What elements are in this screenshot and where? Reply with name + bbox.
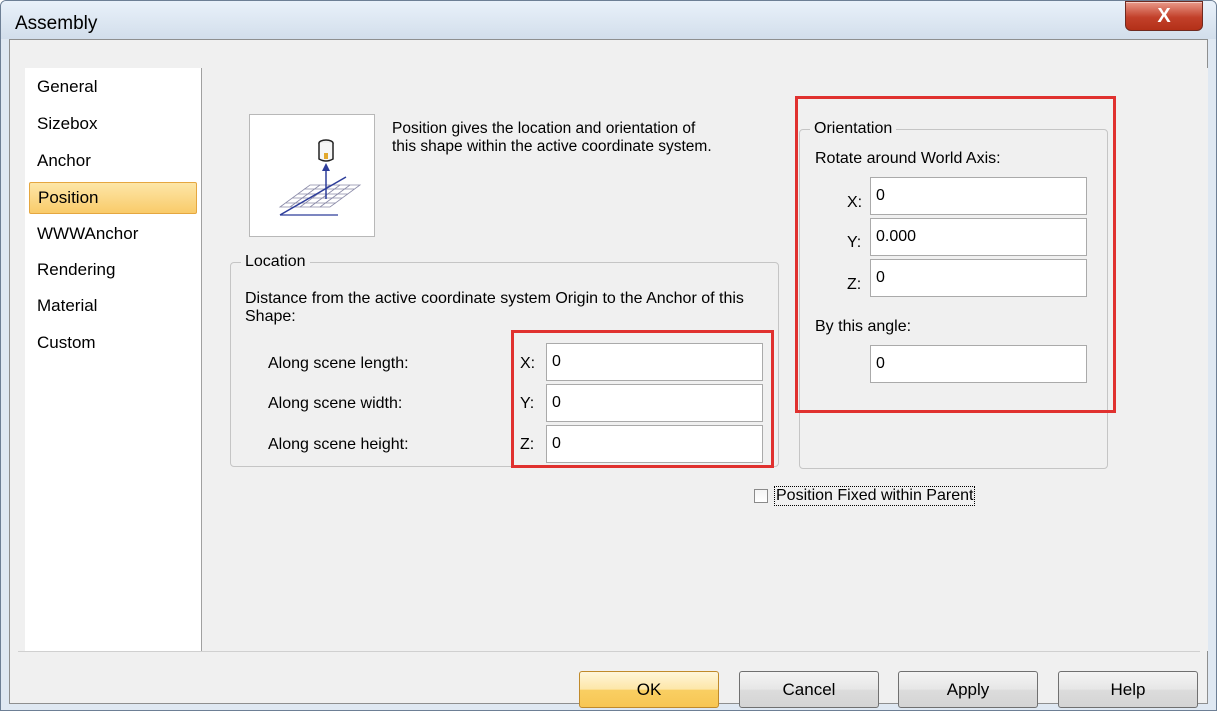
- position-description: Position gives the location and orientat…: [392, 120, 712, 155]
- window-title: Assembly: [15, 13, 98, 34]
- close-icon: X: [1157, 4, 1171, 27]
- along-height-label: Along scene height:: [268, 436, 409, 453]
- position-shape-icon: [278, 139, 362, 216]
- location-highlight-frame: [511, 330, 774, 468]
- position-fixed-checkbox[interactable]: [754, 489, 768, 503]
- along-width-label: Along scene width:: [268, 395, 403, 412]
- title-bar[interactable]: Assembly X: [1, 1, 1216, 39]
- sidebar-item-anchor[interactable]: Anchor: [29, 146, 197, 178]
- position-page: Position gives the location and orientat…: [203, 68, 1208, 651]
- close-button[interactable]: X: [1125, 1, 1203, 31]
- sidebar-item-rendering[interactable]: Rendering: [29, 255, 197, 287]
- orientation-highlight-frame: [795, 96, 1116, 413]
- sidebar-item-wwwanchor[interactable]: WWWAnchor: [29, 219, 197, 251]
- assembly-dialog: Assembly X General Sizebox Anchor Positi…: [0, 0, 1217, 711]
- dialog-button-bar: OK Cancel Apply Help: [18, 651, 1200, 708]
- location-note: Distance from the active coordinate syst…: [245, 290, 744, 325]
- sidebar-item-material[interactable]: Material: [29, 291, 197, 323]
- sidebar-item-sizebox[interactable]: Sizebox: [29, 109, 197, 141]
- sidebar-item-position[interactable]: Position: [29, 182, 197, 214]
- along-length-label: Along scene length:: [268, 355, 409, 372]
- location-legend: Location: [241, 253, 310, 271]
- cancel-button[interactable]: Cancel: [739, 671, 879, 708]
- position-preview: [249, 114, 375, 237]
- position-fixed-label[interactable]: Position Fixed within Parent: [774, 486, 976, 506]
- help-button[interactable]: Help: [1058, 671, 1198, 708]
- category-list: General Sizebox Anchor Position WWWAncho…: [25, 68, 202, 651]
- dialog-client-area: General Sizebox Anchor Position WWWAncho…: [9, 39, 1208, 708]
- ok-button[interactable]: OK: [579, 671, 719, 708]
- sidebar-item-general[interactable]: General: [29, 72, 197, 104]
- apply-button[interactable]: Apply: [898, 671, 1038, 708]
- sidebar-item-custom[interactable]: Custom: [29, 328, 197, 360]
